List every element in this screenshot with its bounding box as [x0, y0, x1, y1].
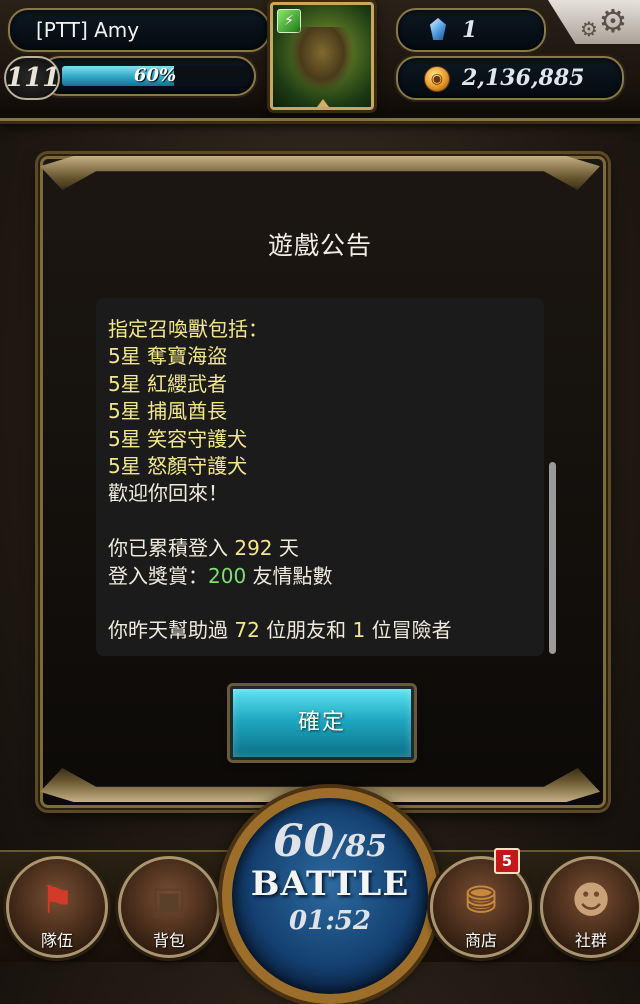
login-days-unit: 天 [278, 536, 299, 561]
exp-percent: 60% [133, 66, 177, 86]
exp-bar: 60% [62, 66, 248, 86]
battle-label[interactable]: BATTLE [222, 864, 438, 904]
avatar-corner-icon [317, 99, 329, 107]
stamina-current: 60 [273, 816, 335, 867]
login-days-line: 你已累積登入 292 天 [108, 535, 538, 562]
login-reward-line: 登入獎賞：200 友情點數 [108, 563, 538, 590]
gear-icon[interactable]: ⚙ [596, 4, 630, 38]
help-adventurers-count: 1 [352, 618, 366, 643]
help-middle: 位朋友和 [266, 618, 347, 643]
summon-list-item: 5星 紅纓武者 [108, 371, 228, 396]
diamond-icon [430, 18, 446, 40]
player-level: 111 [4, 56, 60, 100]
login-reward-prefix: 登入獎賞： [108, 563, 208, 588]
flag-icon: ⚑ [39, 878, 75, 922]
backpack-icon: ▣ [151, 878, 187, 922]
small-gear-icon: ⚙ [580, 17, 598, 41]
login-days-prefix: 你已累積登入 [108, 536, 228, 561]
login-reward-value: 200 [208, 563, 247, 588]
stamina-display: 60/85 [222, 816, 438, 867]
login-reward-unit: 友情點數 [252, 563, 333, 588]
summon-list-item: 5星 捕風酋長 [108, 399, 228, 424]
coin-counter: ◉ 2,136,885 [396, 56, 624, 100]
stamina-timer: 01:52 [289, 906, 371, 936]
exp-bar-frame: 60% [40, 56, 256, 96]
monster-portrait [291, 27, 353, 91]
stamina-max: /85 [334, 829, 387, 864]
help-prefix: 你昨天幫助過 [108, 618, 228, 643]
nav-social-label: 社群 [574, 931, 607, 950]
nav-social-button[interactable]: ☻ 社群 [540, 856, 640, 958]
leader-avatar[interactable]: ⚡ [270, 2, 374, 110]
nav-team-button[interactable]: ⚑ 隊伍 [6, 856, 108, 958]
summon-list-item: 5星 奪寶海盜 [108, 344, 228, 369]
nav-shop-label: 商店 [464, 931, 497, 950]
nav-team-label: 隊伍 [40, 931, 73, 950]
treasure-chest-icon: ⛃ [465, 878, 497, 922]
gem-count: 1 [462, 17, 478, 43]
content-scrollbar[interactable] [549, 462, 556, 654]
summon-list-item: 5星 怒顏守護犬 [108, 453, 248, 478]
coin-icon: ◉ [424, 66, 450, 92]
confirm-button[interactable]: 確定 [230, 686, 414, 760]
friends-icon: ☻ [571, 878, 611, 922]
nav-bag-button[interactable]: ▣ 背包 [118, 856, 220, 958]
announcement-content[interactable]: 指定召喚獸包括： 5星 奪寶海盜 5星 紅纓武者 5星 捕風酋長 5星 笑容守護… [96, 298, 544, 656]
shop-notification-badge: 5 [494, 848, 520, 874]
login-days-value: 292 [234, 536, 273, 561]
player-name: [PTT] Amy [8, 8, 270, 52]
help-friends-count: 72 [234, 618, 260, 643]
coin-count: 2,136,885 [462, 65, 585, 91]
summon-list-heading: 指定召喚獸包括： [108, 317, 268, 341]
help-suffix: 位冒險者 [371, 618, 452, 643]
nav-bag-label: 背包 [152, 931, 185, 950]
help-line: 你昨天幫助過 72 位朋友和 1 位冒險者 [108, 617, 538, 644]
welcome-text: 歡迎你回來！ [108, 481, 228, 506]
dialog-title: 遊戲公告 [267, 231, 372, 260]
gem-counter[interactable]: 1 [396, 8, 546, 52]
summon-list-item: 5星 笑容守護犬 [108, 426, 248, 451]
